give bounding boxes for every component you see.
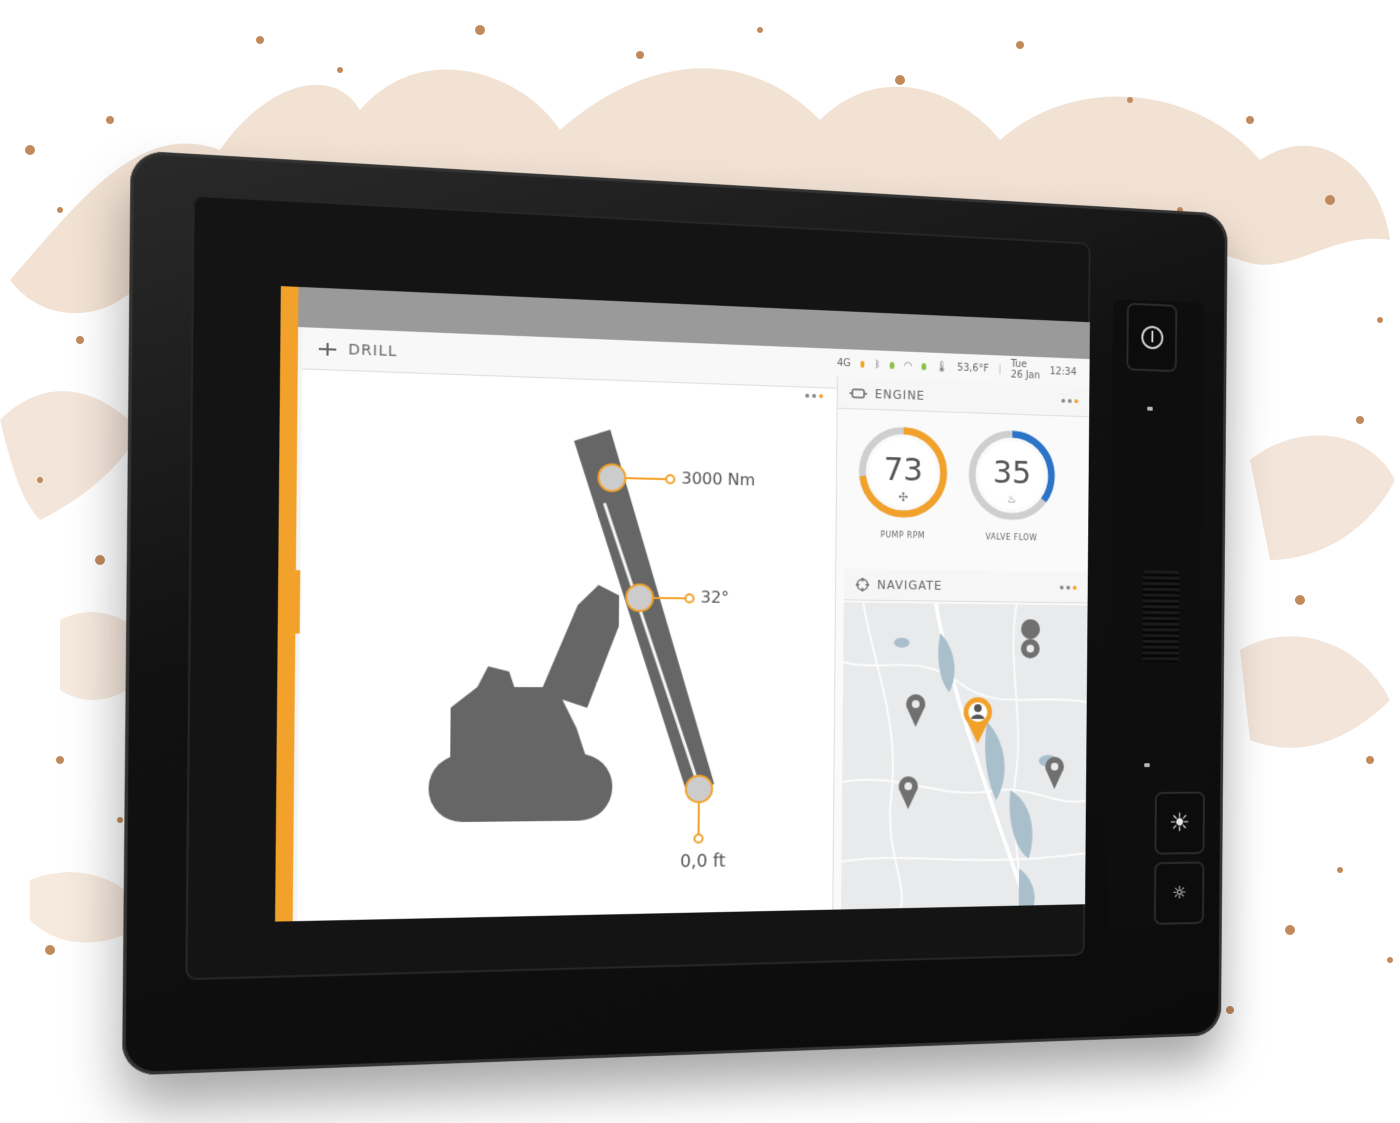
map-canvas bbox=[841, 602, 1087, 909]
depth-readout: 0,0 ft bbox=[680, 851, 725, 872]
status-led bbox=[1147, 407, 1153, 411]
temperature-readout: 53,6°F bbox=[957, 362, 989, 374]
angle-readout: 32° bbox=[701, 587, 730, 607]
engine-panel-title: ENGINE bbox=[875, 387, 925, 403]
speaker-grille bbox=[1142, 570, 1179, 662]
navigation-map[interactable] bbox=[841, 602, 1087, 909]
brightness-up-button[interactable]: ☀ bbox=[1154, 792, 1204, 855]
sun-icon: ☀ bbox=[1169, 808, 1190, 837]
pump-rpm-gauge: 73 ✣ bbox=[854, 421, 951, 523]
drill-icon bbox=[318, 341, 338, 357]
navigate-panel-header: NAVIGATE bbox=[844, 568, 1088, 603]
drill-panel-title: DRILL bbox=[348, 341, 397, 360]
drill-pane: 3000 Nm 32° 0,0 ft bbox=[297, 369, 837, 921]
valve-icon: ♨ bbox=[964, 492, 1058, 507]
brightness-down-button[interactable]: ☼ bbox=[1154, 861, 1204, 924]
right-pane: ENGINE 73 ✣ PUMP RPM 35 ♨ VALVE FLOW NAV… bbox=[832, 377, 1089, 910]
wifi-icon: ◠ bbox=[904, 360, 913, 371]
date-readout: Tue 26 Jan bbox=[1011, 359, 1041, 382]
drill-rig-diagram bbox=[297, 369, 837, 921]
engine-panel-menu-button[interactable] bbox=[1061, 398, 1078, 402]
valve-flow-value: 35 bbox=[964, 452, 1059, 492]
power-button[interactable] bbox=[1126, 303, 1177, 373]
network-label: 4G bbox=[837, 357, 851, 369]
crosshair-icon bbox=[856, 577, 870, 591]
status-led bbox=[1144, 763, 1150, 767]
wifi-status-dot bbox=[922, 363, 926, 370]
valve-flow-gauge: 35 ♨ bbox=[964, 425, 1059, 525]
power-icon bbox=[1141, 325, 1163, 349]
network-status-dot bbox=[861, 360, 865, 367]
app-screen: DRILL 4G ᛒ ◠ 🌡 53,6°F | Tue 26 Jan 12:34 bbox=[275, 286, 1090, 922]
rig-track bbox=[428, 754, 612, 823]
rugged-tablet-device: ☀ ☼ DRILL 4G ᛒ ◠ 🌡 53,6°F | Tue 26 Jan 1… bbox=[122, 150, 1228, 1108]
navigate-panel-menu-button[interactable] bbox=[1060, 585, 1077, 589]
rig-boom bbox=[540, 584, 619, 708]
time-readout: 12:34 bbox=[1050, 366, 1077, 378]
torque-readout: 3000 Nm bbox=[681, 468, 755, 489]
thermometer-icon: 🌡 bbox=[936, 361, 948, 372]
torque-sensor bbox=[598, 464, 674, 492]
depth-sensor bbox=[685, 776, 712, 843]
navigate-panel-title: NAVIGATE bbox=[877, 577, 942, 592]
pump-rpm-value: 73 bbox=[855, 449, 952, 489]
fan-icon: ✣ bbox=[854, 489, 951, 505]
small-sun-icon: ☼ bbox=[1172, 883, 1187, 903]
bluetooth-status-dot bbox=[890, 361, 894, 368]
valve-flow-label: VALVE FLOW bbox=[945, 532, 1077, 543]
bluetooth-icon: ᛒ bbox=[874, 359, 880, 370]
engine-icon bbox=[849, 387, 867, 400]
